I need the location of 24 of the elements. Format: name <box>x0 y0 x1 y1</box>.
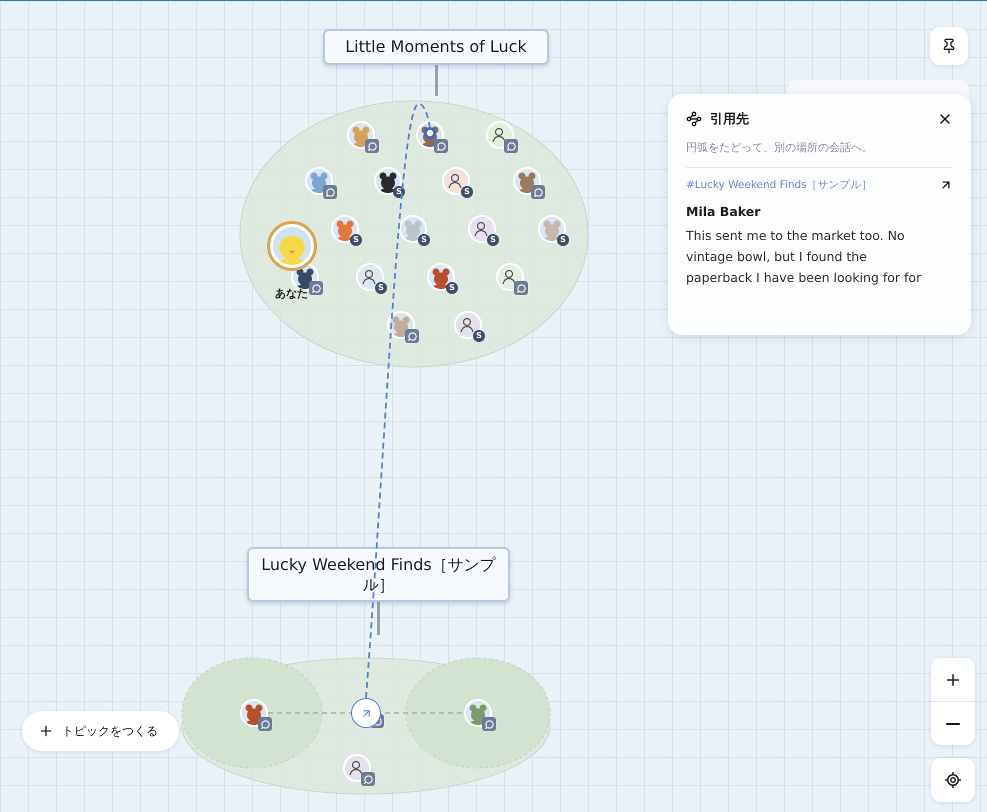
animal-avatar[interactable]: S <box>538 215 566 243</box>
plus-icon <box>38 723 54 739</box>
minus-icon <box>946 722 960 724</box>
animal-avatar[interactable]: S <box>399 215 427 243</box>
animal-avatar[interactable]: S <box>374 167 402 195</box>
person-avatar[interactable]: S <box>442 167 470 195</box>
person-avatar[interactable]: S <box>356 263 384 291</box>
pin-icon <box>941 38 957 54</box>
panel-title: 引用先 <box>710 111 750 128</box>
topic-title[interactable]: Little Moments of Luck <box>323 29 549 65</box>
create-topic-button[interactable]: トピックをつくる <box>22 711 179 751</box>
message-text: This sent me to the market too. No vintage bowl, but I found the paperback I have been looking for for <box>686 227 922 287</box>
locate-icon <box>944 771 962 789</box>
locate-button[interactable] <box>931 758 975 802</box>
author-name: Mila Baker <box>686 204 762 219</box>
animal-avatar[interactable]: S <box>331 215 359 243</box>
person-avatar[interactable]: S <box>454 311 482 339</box>
self-label: あなた <box>275 286 308 301</box>
person-avatar[interactable]: S <box>468 215 496 243</box>
pin-button[interactable] <box>930 27 968 65</box>
animal-avatar[interactable]: S <box>427 263 455 291</box>
route-icon <box>686 111 702 127</box>
topic-title[interactable]: Lucky Weekend Finds［サンプル］ <box>247 547 510 602</box>
panel-subtitle: 円弧をたどって、別の場所の会話へ。 <box>686 140 953 168</box>
